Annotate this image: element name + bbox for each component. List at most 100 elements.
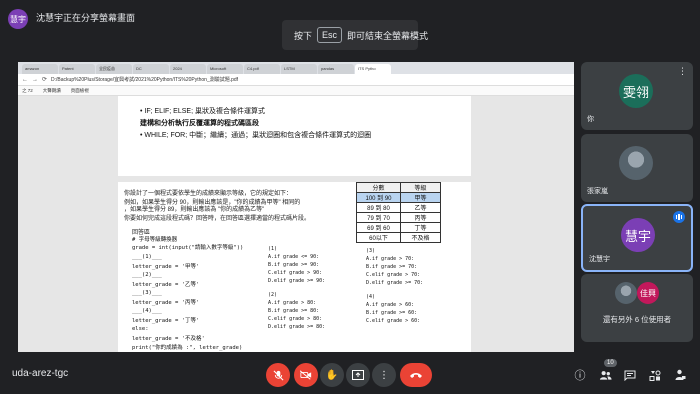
- presenting-status-text: 沈慧宇正在分享螢幕畫面: [36, 13, 136, 23]
- section-heading: 建構和分析執行反覆運算的程式碼區段: [140, 120, 259, 127]
- present-screen-button[interactable]: [346, 363, 370, 387]
- option-item: A.if grade > 80:: [268, 300, 317, 306]
- browser-tab: pandas: [318, 64, 354, 74]
- option-item: A.if grade <= 90:: [268, 254, 320, 260]
- grade-table: 分數 等級 100 到 90 甲等 89 到 80 乙等 79 到 70 丙等 …: [356, 182, 441, 243]
- option-item: B.if grade >= 80:: [268, 308, 320, 314]
- participant-name: 你: [587, 116, 594, 123]
- url-text: D:/Backup%20Plus/Storage/宜興考試/2021%20Pyt…: [51, 77, 239, 83]
- browser-tab: amazon: [22, 64, 58, 74]
- host-controls-button[interactable]: [672, 367, 688, 383]
- code-line: ___(2)___: [132, 272, 162, 278]
- option-group-label: (2): [268, 292, 278, 298]
- question-line: 你設計了一個程式要依學生的成績來顯示等級，它的規定如下：: [124, 191, 293, 197]
- grade-table-cell: 甲等: [400, 192, 441, 203]
- fullscreen-exit-banner: 按下 Esc 即可結束全螢幕模式: [282, 20, 428, 50]
- people-button[interactable]: [597, 367, 613, 383]
- browser-tab-active: ITS Pytho: [355, 64, 391, 74]
- avatar-photo: [619, 146, 653, 180]
- presenter-avatar: 慧宇: [8, 9, 28, 29]
- bottom-control-bar: uda-arez-tgc ✋ ⋮ ⓘ 10: [0, 356, 700, 394]
- pdf-read-aloud: 大聲朗讀: [42, 87, 61, 93]
- avatar: 慧宇: [621, 218, 655, 252]
- address-bar: ← → ⟳ D:/Backup%20Plus/Storage/宜興考試/2021…: [18, 74, 574, 86]
- raise-hand-button[interactable]: ✋: [320, 363, 344, 387]
- code-line: # 字母等級轉換器: [132, 237, 178, 243]
- browser-tab: C4.pdf: [244, 64, 280, 74]
- leave-call-button[interactable]: [400, 363, 432, 387]
- participant-name: 張家嵐: [587, 188, 608, 195]
- pdf-page-top: • IF; ELIF; ELSE; 巢狀及複合條件運算式 建構和分析執行反覆運算…: [118, 96, 471, 176]
- option-item: A.if grade > 70:: [366, 256, 415, 262]
- option-group-label: (1): [268, 246, 278, 252]
- mic-off-icon: [273, 370, 283, 380]
- more-participants-text: 還有另外 6 位使用者: [602, 315, 672, 324]
- avatar-photo: [615, 282, 637, 304]
- option-group-label: (4): [366, 294, 376, 300]
- browser-tab: DC: [133, 64, 169, 74]
- grade-table-cell: 89 到 80: [356, 202, 401, 213]
- grade-table-cell: 60以下: [356, 232, 401, 243]
- browser-tab: 全民疫苗: [96, 64, 132, 74]
- meeting-info-button[interactable]: ⓘ: [572, 367, 588, 383]
- more-vert-icon: ⋮: [379, 369, 389, 381]
- grade-table-header: 分數: [356, 182, 401, 193]
- browser-tab-strip: amazon Patent 全民疫苗 DC 2024 Microsoft C4.…: [18, 62, 574, 74]
- participant-tile-presenter[interactable]: 慧宇 沈慧宇: [581, 204, 693, 272]
- browser-tab: 2024: [170, 64, 206, 74]
- hang-up-icon: [410, 373, 422, 378]
- chat-button[interactable]: [622, 367, 638, 383]
- more-participants-tile[interactable]: 佳興 還有另外 6 位使用者: [581, 274, 693, 342]
- option-item: A.if grade > 60:: [366, 302, 415, 308]
- question-line: 你要如何完成這段程式碼？回答時，在回答區選擇適當的程式碼片段。: [124, 216, 311, 222]
- more-options-icon[interactable]: ⋮: [678, 66, 687, 77]
- option-item: D.elif grade >= 90:: [268, 278, 326, 284]
- activities-button[interactable]: [647, 367, 663, 383]
- lock-person-icon: [675, 369, 685, 380]
- pdf-page-area: • IF; ELIF; ELSE; 巢狀及複合條件運算式 建構和分析執行反覆運算…: [18, 96, 574, 352]
- reload-icon: ⟳: [42, 77, 48, 83]
- code-line: else:: [132, 326, 149, 332]
- code-line: ___(3)___: [132, 290, 162, 296]
- option-group-label: (3): [366, 248, 376, 254]
- hand-icon: ✋: [325, 369, 339, 381]
- pdf-page-view: 頁面檢視: [70, 87, 89, 93]
- shared-screen: amazon Patent 全民疫苗 DC 2024 Microsoft C4.…: [18, 62, 574, 352]
- camera-off-button[interactable]: [294, 363, 318, 387]
- option-item: B.if grade >= 90:: [268, 262, 320, 268]
- participant-tile-self[interactable]: 雯翎 你 ⋮: [581, 62, 693, 130]
- code-line: letter_grade = '丁等': [132, 318, 200, 324]
- pdf-page-indicator: 之 72: [22, 87, 33, 93]
- grade-table-header: 等級: [400, 182, 441, 193]
- banner-prefix: 按下: [294, 30, 313, 41]
- grade-table-cell: 丁等: [400, 222, 441, 233]
- code-line: letter_grade = '不及格': [132, 336, 205, 342]
- participant-tile[interactable]: 張家嵐: [581, 134, 693, 202]
- code-line: print("你的成績為 :", letter_grade): [132, 345, 243, 351]
- option-item: D.elif grade >= 80:: [268, 324, 326, 330]
- option-item: C.elif grade > 90:: [268, 270, 323, 276]
- code-line: letter_grade = '乙等': [132, 282, 200, 288]
- option-item: B.if grade >= 70:: [366, 264, 418, 270]
- question-line: ，如果學生得分 89，則輸出應該為 "你的成績為乙等": [124, 207, 265, 213]
- code-line: letter_grade = '甲等': [132, 264, 200, 270]
- code-line: grade = int(input("請輸入數字等級")): [132, 245, 244, 251]
- option-item: D.elif grade >= 70:: [366, 280, 424, 286]
- grade-table-cell: 69 到 60: [356, 222, 401, 233]
- esc-key: Esc: [317, 27, 343, 43]
- code-line: letter_grade = '丙等': [132, 300, 200, 306]
- pdf-page-question: 你設計了一個程式要依學生的成績來顯示等級，它的規定如下： 例如，如果學生得分 9…: [118, 182, 471, 352]
- more-options-button[interactable]: ⋮: [372, 363, 396, 387]
- option-item: C.elif grade > 70:: [366, 272, 421, 278]
- mic-off-button[interactable]: [266, 363, 290, 387]
- banner-suffix: 即可結束全螢幕模式: [347, 30, 429, 41]
- pdf-toolbar: 之 72 大聲朗讀 頁面檢視: [18, 86, 574, 96]
- code-line: ___(1)___: [132, 254, 162, 260]
- people-count-badge: 10: [604, 359, 617, 367]
- browser-tab: LSTM: [281, 64, 317, 74]
- bullet-if-elif: • IF; ELIF; ELSE; 巢狀及複合條件運算式: [140, 108, 265, 115]
- meeting-code: uda-arez-tgc: [12, 368, 69, 379]
- avatar: 雯翎: [619, 74, 653, 108]
- grade-table-cell: 不及格: [400, 232, 441, 243]
- grade-table-cell: 乙等: [400, 202, 441, 213]
